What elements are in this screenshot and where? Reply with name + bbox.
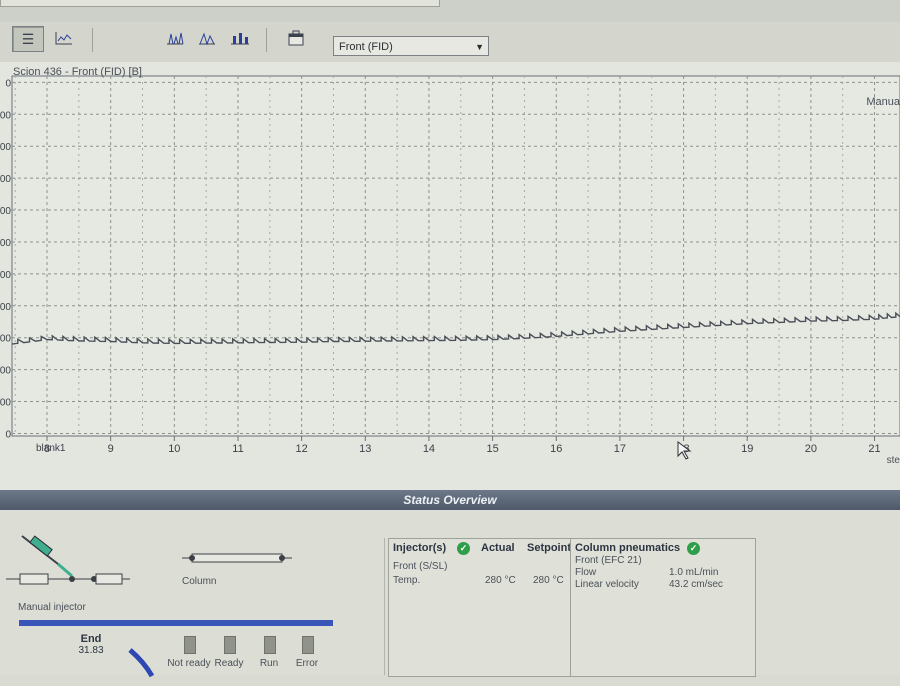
x-tick-label: 21: [868, 443, 880, 455]
injector-temp-label: Temp.: [393, 575, 421, 586]
linear-velocity-label: Linear velocity: [575, 579, 639, 590]
baseline-chart-icon[interactable]: [50, 26, 78, 50]
x-tick-label: 16: [550, 443, 562, 455]
error-led: [302, 636, 314, 654]
injector-ok-icon: ✓: [457, 542, 470, 555]
ready-led: [224, 636, 236, 654]
run-end-indicator: End 31.83: [60, 633, 122, 656]
plot-area: [11, 75, 900, 437]
actual-header: Actual: [481, 542, 515, 554]
x-tick-label: 9: [108, 443, 114, 455]
x-tick-label: 13: [359, 443, 371, 455]
detector-select[interactable]: Front (FID) ▼: [333, 36, 489, 56]
y-tick-label: 0: [5, 78, 11, 89]
y-tick-label: 00: [0, 174, 11, 185]
x-tick-label: 10: [168, 443, 180, 455]
toolbar-separator: [92, 28, 93, 52]
column-pneumatics-title: Column pneumatics: [575, 542, 681, 554]
x-tick-label: 15: [486, 443, 498, 455]
status-overview-header: Status Overview: [0, 490, 900, 510]
injector-title: Injector(s): [393, 542, 447, 554]
not-ready-label: Not ready: [167, 658, 211, 669]
x-tick-label: 14: [423, 443, 435, 455]
column-ok-icon: ✓: [687, 542, 700, 555]
injector-panel: Injector(s) ✓ Actual Setpoint Front (S/S…: [388, 538, 572, 677]
y-tick-label: 1500: [0, 334, 11, 345]
status-overview-title: Status Overview: [403, 493, 497, 507]
y-tick-label: 000: [0, 238, 11, 249]
detector-select-value: Front (FID): [339, 41, 393, 53]
linear-velocity-value: 43.2 cm/sec: [669, 579, 723, 590]
chart-title: Scion 436 - Front (FID) [B]: [13, 66, 142, 78]
injector-name: Front (S/SL): [393, 561, 448, 572]
syringe-icon: [21, 535, 73, 578]
toolbar: ☰ Front (FID) ▼: [0, 22, 900, 63]
window-frame-remnant: [0, 0, 440, 7]
panel-divider: [384, 538, 385, 675]
chart-corner-label: Manua: [866, 96, 900, 108]
peak-chart-icon-2[interactable]: [196, 26, 218, 50]
y-tick-label: 500: [0, 206, 11, 217]
status-overview-panel: Manual injector Column End 31.83 Not rea…: [0, 510, 900, 678]
end-label: End: [80, 633, 102, 645]
toolbar-separator: [266, 28, 267, 52]
run-label: blank1: [36, 443, 66, 454]
window-export-icon[interactable]: [284, 26, 308, 50]
y-tick-label: 2000: [0, 302, 11, 313]
end-value: 31.83: [78, 645, 104, 656]
chevron-down-icon[interactable]: ▼: [475, 37, 484, 57]
x-unit-label: ste: [886, 455, 900, 466]
y-tick-label: 0: [5, 429, 11, 440]
injector-temp-setpoint: 280 °C: [533, 575, 564, 586]
chromatogram-list-icon[interactable]: ☰: [12, 26, 44, 52]
window-top-strip: [0, 0, 900, 23]
flow-label: Flow: [575, 567, 597, 578]
valve-icon: [95, 573, 123, 585]
x-tick-label: 17: [614, 443, 626, 455]
flow-value: 1.0 mL/min: [669, 567, 719, 578]
injector-temp-actual: 280 °C: [485, 575, 516, 586]
error-label: Error: [295, 658, 319, 669]
y-tick-label: 500: [0, 398, 11, 409]
x-tick-label: 12: [296, 443, 308, 455]
peak-chart-icon-1[interactable]: [164, 26, 186, 50]
x-tick-label: 19: [741, 443, 753, 455]
y-tick-label: 500: [0, 270, 11, 281]
run-label: Run: [259, 658, 279, 669]
chromatogram-chart[interactable]: 891011121314151617181920210500,000150020…: [0, 62, 900, 490]
column-icon: [182, 553, 292, 563]
not-ready-led: [184, 636, 196, 654]
run-progress-bar: [19, 620, 333, 626]
peak-chart-icon-3[interactable]: [228, 26, 252, 50]
x-tick-label: 11: [232, 443, 243, 455]
x-tick-label: 20: [805, 443, 817, 455]
manual-injector-label: Manual injector: [18, 602, 86, 613]
column-label: Column: [182, 576, 217, 587]
y-tick-label: 00: [0, 110, 11, 121]
y-tick-label: ,000: [0, 366, 11, 377]
column-name: Front (EFC 21): [575, 555, 642, 566]
column-pneumatics-panel: Column pneumatics ✓ Front (EFC 21) Flow …: [570, 538, 756, 677]
y-tick-label: 00: [0, 142, 11, 153]
ready-label: Ready: [214, 658, 244, 669]
run-led: [264, 636, 276, 654]
setpoint-header: Setpoint: [527, 542, 571, 554]
chromatogram-plot[interactable]: 891011121314151617181920210500,000150020…: [0, 62, 900, 490]
status-gauge-arc: [128, 648, 155, 678]
valve-icon: [19, 573, 49, 585]
